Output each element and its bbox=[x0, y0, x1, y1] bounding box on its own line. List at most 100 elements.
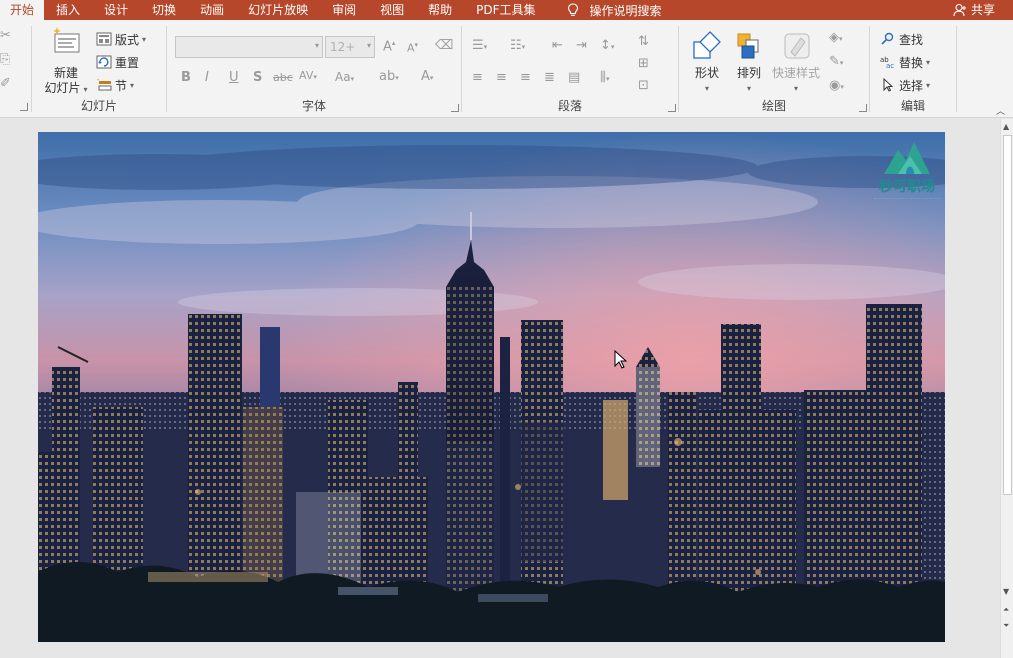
increase-indent-icon[interactable]: ⇥ bbox=[576, 38, 587, 53]
columns-icon[interactable]: ⫼▾ bbox=[600, 70, 610, 85]
slides-group-label: 幻灯片 bbox=[80, 99, 117, 113]
shape-fill-icon[interactable]: ◈▾ bbox=[829, 30, 843, 45]
align-left-icon[interactable]: ≡ bbox=[472, 70, 483, 85]
numbering-icon[interactable]: ☷▾ bbox=[510, 38, 525, 53]
font-name-input[interactable]: ▾ bbox=[175, 36, 323, 58]
reset-label: 重置 bbox=[115, 55, 140, 70]
drawing-group: 形状 ▾ 排列 ▾ 快速样式 ▾ ◈▾ ✎▾ ◉▾ 绘图 bbox=[679, 24, 869, 116]
decrease-indent-icon[interactable]: ⇤ bbox=[552, 38, 563, 53]
shadow-icon[interactable]: S bbox=[253, 70, 262, 85]
highlight-icon[interactable]: ab▾ bbox=[379, 69, 399, 84]
find-button[interactable]: 查找 bbox=[880, 30, 923, 48]
tab-review[interactable]: 审阅 bbox=[320, 0, 368, 20]
character-spacing-icon[interactable]: AV▾ bbox=[299, 69, 317, 82]
next-slide-icon[interactable]: ⏷ bbox=[1003, 621, 1009, 631]
change-case-icon[interactable]: Aa▾ bbox=[335, 70, 354, 84]
search-icon bbox=[881, 32, 894, 45]
clipboard-launcher-icon[interactable] bbox=[20, 103, 28, 111]
shape-effects-icon[interactable]: ◉▾ bbox=[829, 78, 844, 93]
scroll-up-icon[interactable]: ▲ bbox=[1003, 122, 1009, 131]
font-size-input[interactable]: 12+ ▾ bbox=[325, 36, 375, 58]
clipboard-copy-icon[interactable]: ⎘ bbox=[0, 52, 10, 67]
layout-button[interactable]: 版式 ▾ bbox=[96, 30, 146, 48]
tell-me-label: 操作说明搜索 bbox=[589, 3, 662, 18]
share-button[interactable]: 共享 bbox=[953, 0, 995, 20]
reset-icon bbox=[96, 55, 112, 69]
tab-insert[interactable]: 插入 bbox=[44, 0, 92, 20]
svg-text:ac: ac bbox=[886, 62, 894, 69]
shrink-font-icon[interactable]: A▾ bbox=[407, 41, 418, 55]
tab-design[interactable]: 设计 bbox=[92, 0, 140, 20]
scroll-down-icon[interactable]: ▼ bbox=[1003, 587, 1009, 596]
text-direction-icon[interactable]: ⇅ bbox=[638, 34, 649, 49]
tell-me-search[interactable]: 操作说明搜索 bbox=[566, 2, 662, 19]
watermark-logo: 秒可职场 bbox=[870, 138, 944, 208]
slide-canvas: 秒可职场 bbox=[0, 119, 1000, 658]
cursor-arrow-icon bbox=[883, 78, 894, 92]
chevron-down-icon: ▾ bbox=[366, 41, 371, 50]
tab-slideshow[interactable]: 幻灯片放映 bbox=[236, 0, 320, 20]
grow-font-icon[interactable]: A▴ bbox=[383, 39, 395, 54]
tab-help[interactable]: 帮助 bbox=[416, 0, 464, 20]
share-label: 共享 bbox=[970, 3, 995, 17]
new-slide-label-1: 新建 bbox=[53, 66, 78, 80]
font-color-icon[interactable]: A▾ bbox=[421, 69, 433, 84]
paragraph-group-label: 段落 bbox=[557, 99, 582, 113]
reset-button[interactable]: 重置 bbox=[96, 53, 139, 71]
editing-group-label: 编辑 bbox=[900, 99, 925, 113]
align-text-icon[interactable]: ⊞ bbox=[638, 56, 649, 71]
quick-styles-button[interactable]: 快速样式 ▾ bbox=[769, 30, 823, 96]
collapse-ribbon-icon[interactable]: ︿ bbox=[996, 104, 1005, 117]
section-button[interactable]: 节 ▾ bbox=[96, 76, 134, 94]
slide[interactable]: 秒可职场 bbox=[38, 132, 945, 642]
section-icon bbox=[97, 79, 112, 91]
paragraph-launcher-icon[interactable] bbox=[668, 104, 676, 112]
tab-view[interactable]: 视图 bbox=[368, 0, 416, 20]
arrange-button[interactable]: 排列 ▾ bbox=[729, 30, 769, 96]
align-center-icon[interactable]: ≡ bbox=[496, 70, 507, 85]
tab-animations[interactable]: 动画 bbox=[188, 0, 236, 20]
clipboard-cut-icon[interactable]: ✂ bbox=[0, 28, 11, 43]
font-launcher-icon[interactable] bbox=[451, 104, 459, 112]
tab-pdf-tools[interactable]: PDF工具集 bbox=[464, 0, 547, 20]
arrange-icon bbox=[737, 33, 759, 59]
mountain-logo-icon bbox=[884, 142, 930, 174]
new-slide-label-2: 幻灯片 ▾ bbox=[44, 81, 88, 95]
distributed-icon[interactable]: ▤ bbox=[568, 70, 580, 85]
layout-icon bbox=[96, 32, 112, 46]
drawing-group-label: 绘图 bbox=[761, 99, 786, 113]
watermark-subtitle-line bbox=[874, 198, 940, 201]
tab-transitions[interactable]: 切换 bbox=[140, 0, 188, 20]
font-group: ▾ 12+ ▾ A▴ A▾ ⌫ B I U S abc AV▾ Aa▾ ab▾ … bbox=[167, 24, 461, 116]
replace-icon: abac bbox=[880, 56, 894, 69]
previous-slide-icon[interactable]: ⏶ bbox=[1003, 605, 1009, 615]
vertical-scrollbar[interactable]: ▲ ▼ ⏶ ⏷ bbox=[1000, 119, 1013, 658]
align-right-icon[interactable]: ≡ bbox=[520, 70, 531, 85]
layout-label: 版式 bbox=[115, 32, 140, 47]
replace-button[interactable]: ab ac 替换 ▾ bbox=[880, 53, 930, 71]
shapes-button[interactable]: 形状 ▾ bbox=[685, 30, 729, 96]
quick-styles-icon bbox=[784, 33, 810, 59]
scroll-thumb[interactable] bbox=[1003, 135, 1012, 495]
underline-icon[interactable]: U bbox=[229, 70, 239, 85]
paragraph-group: ☰▾ ☷▾ ⇤ ⇥ ↕▾ ⇅ ⊞ ⊡ ≡ ≡ ≡ ≣ ▤ ⫼▾ 段落 bbox=[462, 24, 678, 116]
ribbon: ✂ ⎘ ✐ 新建 幻灯片 ▾ 版式 ▾ 重置 节 ▾ 幻灯片 ▾ 12+ ▾ A… bbox=[0, 20, 1013, 118]
italic-icon[interactable]: I bbox=[205, 70, 209, 85]
drawing-launcher-icon[interactable] bbox=[859, 104, 867, 112]
smartart-icon[interactable]: ⊡ bbox=[638, 78, 649, 93]
tab-home[interactable]: 开始 bbox=[0, 0, 45, 20]
arrange-label: 排列 bbox=[736, 66, 761, 80]
select-button[interactable]: 选择 ▾ bbox=[880, 76, 930, 94]
line-spacing-icon[interactable]: ↕▾ bbox=[600, 38, 614, 53]
shape-outline-icon[interactable]: ✎▾ bbox=[829, 54, 843, 69]
new-slide-button[interactable]: 新建 幻灯片 ▾ bbox=[40, 26, 92, 97]
strikethrough-icon[interactable]: abc bbox=[273, 71, 293, 84]
bold-icon[interactable]: B bbox=[181, 70, 191, 85]
clear-formatting-icon[interactable]: ⌫ bbox=[435, 38, 453, 53]
clipboard-format-icon[interactable]: ✐ bbox=[0, 76, 11, 91]
bullets-icon[interactable]: ☰▾ bbox=[472, 38, 487, 53]
section-label: 节 bbox=[115, 78, 128, 93]
watermark-title: 秒可职场 bbox=[879, 179, 935, 195]
city-skyline-image[interactable] bbox=[38, 132, 945, 642]
justify-icon[interactable]: ≣ bbox=[544, 70, 555, 85]
